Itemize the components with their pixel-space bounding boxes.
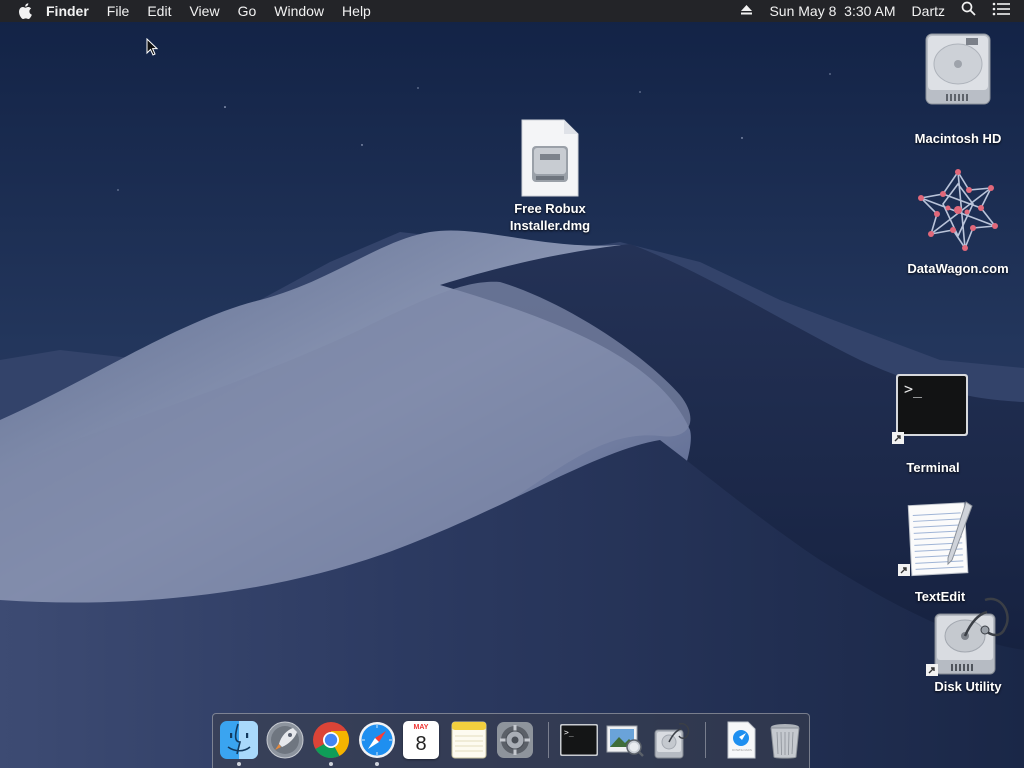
disk-utility-label: Disk Utility (934, 679, 1002, 694)
dock-preview-icon[interactable] (605, 720, 645, 760)
dock-launchpad-icon[interactable] (265, 720, 305, 760)
spotlight-search-icon[interactable] (953, 0, 984, 22)
hard-drive-icon (925, 33, 991, 105)
datawagon-network-icon (918, 169, 998, 251)
dock-chrome-icon[interactable] (311, 720, 351, 760)
menu-file[interactable]: File (98, 0, 139, 22)
alias-arrow-icon (926, 664, 938, 676)
terminal-label: Terminal (906, 460, 960, 475)
dock: MAY 8 >_ DOWNLOADS (212, 713, 810, 768)
desktop-wallpaper (0, 0, 1024, 768)
downloads-label: DOWNLOADS (732, 748, 752, 752)
textedit-icon (907, 501, 973, 577)
menu-app-finder[interactable]: Finder (40, 0, 98, 22)
menubar-clock[interactable]: Sun May 8 3:30 AM (761, 0, 903, 22)
desktop-icon-datawagon[interactable]: DataWagon.com (898, 168, 1018, 277)
dock-notes-icon[interactable] (449, 720, 489, 760)
dmg-file-label-line1: Free Robux (514, 201, 586, 216)
calendar-month: MAY (413, 724, 429, 731)
desktop-icon-textedit[interactable]: TextEdit (880, 498, 1000, 605)
running-indicator (237, 762, 241, 766)
dock-downloads-stack[interactable]: DOWNLOADS (721, 720, 761, 760)
dock-safari-icon[interactable] (357, 720, 397, 760)
alias-arrow-icon (892, 432, 904, 444)
calendar-day: 8 (415, 733, 427, 755)
datawagon-label: DataWagon.com (907, 261, 1009, 276)
menu-edit[interactable]: Edit (138, 0, 180, 22)
running-indicator (329, 762, 333, 766)
dock-system-preferences-icon[interactable] (495, 720, 535, 760)
notification-center-icon[interactable] (984, 0, 1024, 22)
apple-menu-icon[interactable] (0, 3, 40, 19)
mouse-pointer-icon (146, 38, 158, 56)
downloads-file-icon (727, 721, 756, 759)
desktop-icon-dmg-file[interactable]: Free Robux Installer.dmg (490, 118, 610, 234)
dock-separator (705, 722, 706, 758)
terminal-icon: >_ (896, 374, 968, 436)
dmg-file-icon (521, 119, 579, 197)
eject-icon[interactable] (732, 0, 761, 22)
dock-disk-utility-icon[interactable] (651, 720, 691, 760)
menubar-user[interactable]: Dartz (904, 0, 953, 22)
desktop-icon-terminal[interactable]: >_ Terminal (874, 372, 994, 476)
dock-calendar-icon[interactable]: MAY 8 (403, 721, 439, 759)
dock-terminal-icon[interactable]: >_ (559, 720, 599, 760)
menu-window[interactable]: Window (265, 0, 333, 22)
desktop-icon-macintosh-hd[interactable]: Macintosh HD (898, 30, 1018, 147)
dmg-file-label-line2: Installer.dmg (509, 218, 591, 233)
menu-go[interactable]: Go (229, 0, 266, 22)
alias-arrow-icon (898, 564, 910, 576)
menu-help[interactable]: Help (333, 0, 380, 22)
menu-bar: Finder File Edit View Go Window Help Sun… (0, 0, 1024, 22)
menu-view[interactable]: View (180, 0, 228, 22)
svg-text:>_: >_ (904, 380, 923, 398)
dock-finder-icon[interactable] (219, 720, 259, 760)
macintosh-hd-label: Macintosh HD (914, 131, 1002, 146)
dock-separator (548, 722, 549, 758)
running-indicator (375, 762, 379, 766)
desktop-icon-disk-utility[interactable]: Disk Utility (908, 594, 1024, 695)
dock-trash-icon[interactable] (765, 720, 805, 760)
svg-text:>_: >_ (564, 728, 574, 737)
